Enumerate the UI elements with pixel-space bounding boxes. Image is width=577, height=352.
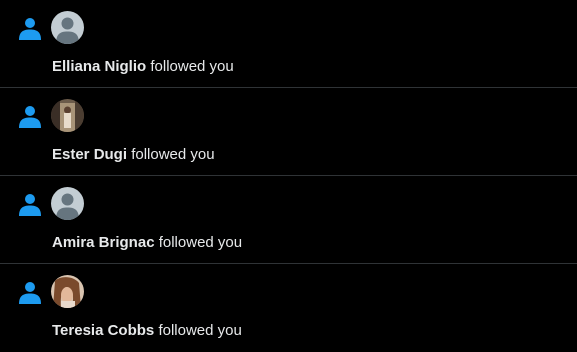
avatar[interactable] bbox=[51, 99, 84, 132]
notification-action: followed you bbox=[150, 58, 234, 75]
avatar[interactable] bbox=[51, 11, 84, 44]
notification-action: followed you bbox=[131, 146, 215, 163]
notification-item[interactable]: Elliana Niglio followed you bbox=[0, 0, 577, 88]
user-name[interactable]: Elliana Niglio bbox=[52, 58, 146, 75]
notification-action: followed you bbox=[158, 234, 243, 251]
notification-text: Elliana Niglio followed you bbox=[52, 58, 234, 76]
person-icon bbox=[19, 106, 41, 128]
notification-action: followed you bbox=[158, 322, 242, 339]
person-icon bbox=[19, 282, 41, 304]
user-name[interactable]: Amira Brignac bbox=[52, 234, 155, 251]
user-name[interactable]: Ester Dugi bbox=[52, 146, 127, 163]
user-name[interactable]: Teresia Cobbs bbox=[52, 322, 154, 339]
notification-text: Teresia Cobbs followed you bbox=[52, 322, 242, 340]
notification-text: Ester Dugi followed you bbox=[52, 146, 215, 164]
notification-item[interactable]: Ester Dugi followed you bbox=[0, 88, 577, 176]
notifications-feed: Elliana Niglio followed you Ester Dugi f… bbox=[0, 0, 577, 352]
notification-item[interactable]: Teresia Cobbs followed you bbox=[0, 264, 577, 352]
person-icon bbox=[19, 194, 41, 216]
notification-item[interactable]: Amira Brignac followed you bbox=[0, 176, 577, 264]
avatar[interactable] bbox=[51, 187, 84, 220]
person-icon bbox=[19, 18, 41, 40]
notification-text: Amira Brignac followed you bbox=[52, 234, 242, 252]
avatar[interactable] bbox=[51, 275, 84, 308]
